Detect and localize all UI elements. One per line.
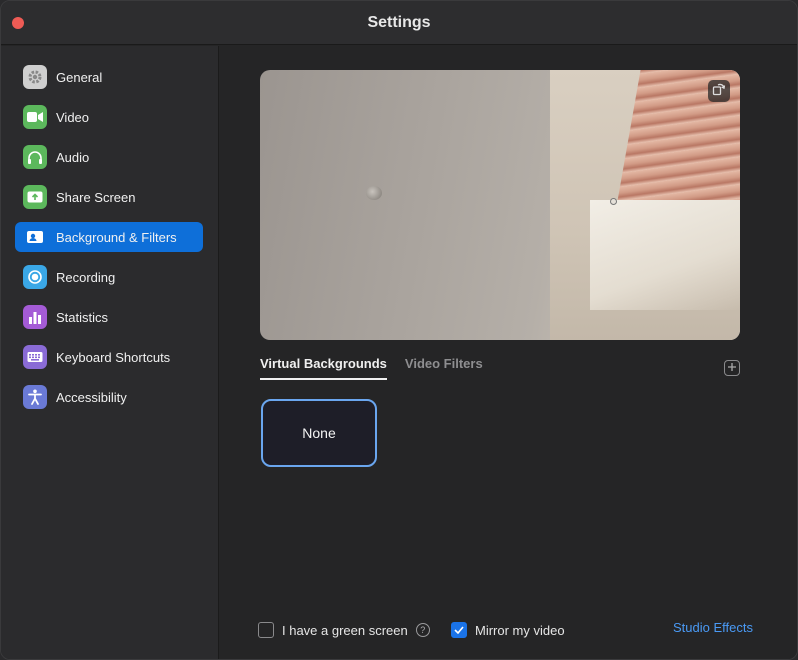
help-icon[interactable]: ? xyxy=(415,623,430,637)
mirror-video-label: Mirror my video xyxy=(475,622,565,638)
sidebar-item-label: General xyxy=(56,69,103,85)
green-screen-label: I have a green screen xyxy=(282,622,408,638)
sidebar-item-accessibility[interactable]: Accessibility xyxy=(15,382,203,412)
tab-video-filters[interactable]: Video Filters xyxy=(405,356,483,380)
rotate-icon xyxy=(712,82,726,101)
accessibility-icon xyxy=(23,385,47,409)
gear-icon xyxy=(23,65,47,89)
rotate-camera-button[interactable] xyxy=(708,80,730,102)
video-preview xyxy=(260,70,740,340)
sidebar-item-background-filters[interactable]: Background & Filters xyxy=(15,222,203,252)
title-bar: Settings xyxy=(1,1,797,45)
background-tabs: Virtual Backgrounds Video Filters xyxy=(260,356,501,380)
sidebar-item-statistics[interactable]: Statistics xyxy=(15,302,203,332)
settings-window: Settings General Video Audio Share Scree… xyxy=(0,0,798,660)
background-tile-none[interactable]: None xyxy=(261,399,377,467)
tab-virtual-backgrounds[interactable]: Virtual Backgrounds xyxy=(260,356,387,380)
sidebar-item-label: Keyboard Shortcuts xyxy=(56,349,171,365)
green-screen-checkbox[interactable] xyxy=(258,622,274,638)
person-card-icon xyxy=(23,225,47,249)
sidebar-item-label: Background & Filters xyxy=(56,229,177,245)
sidebar-item-label: Share Screen xyxy=(56,189,136,205)
headphones-icon xyxy=(23,145,47,169)
keyboard-icon xyxy=(23,345,47,369)
sidebar-item-audio[interactable]: Audio xyxy=(15,142,203,172)
sidebar-item-keyboard-shortcuts[interactable]: Keyboard Shortcuts xyxy=(15,342,203,372)
mirror-video-checkbox[interactable] xyxy=(451,622,467,638)
sidebar: General Video Audio Share Screen Backgro… xyxy=(1,46,219,659)
sidebar-item-label: Audio xyxy=(56,149,90,165)
record-icon xyxy=(23,265,47,289)
video-camera-icon xyxy=(23,105,47,129)
mirror-video-option[interactable]: Mirror my video xyxy=(451,621,565,639)
sidebar-item-label: Statistics xyxy=(56,309,109,325)
share-screen-icon xyxy=(23,185,47,209)
plus-icon xyxy=(727,359,737,377)
sidebar-item-video[interactable]: Video xyxy=(15,102,203,132)
sidebar-item-general[interactable]: General xyxy=(15,62,203,92)
add-background-button[interactable] xyxy=(724,360,740,376)
sidebar-item-share-screen[interactable]: Share Screen xyxy=(15,182,203,212)
bar-chart-icon xyxy=(23,305,47,329)
main-panel: Virtual Backgrounds Video Filters None I… xyxy=(220,46,797,659)
studio-effects-link[interactable]: Studio Effects xyxy=(673,620,753,635)
sidebar-item-label: Recording xyxy=(56,269,116,285)
green-screen-option[interactable]: I have a green screen ? xyxy=(258,621,430,639)
sidebar-item-recording[interactable]: Recording xyxy=(15,262,203,292)
sidebar-item-label: Accessibility xyxy=(56,389,127,405)
sidebar-item-label: Video xyxy=(56,109,90,125)
window-title: Settings xyxy=(367,14,431,31)
